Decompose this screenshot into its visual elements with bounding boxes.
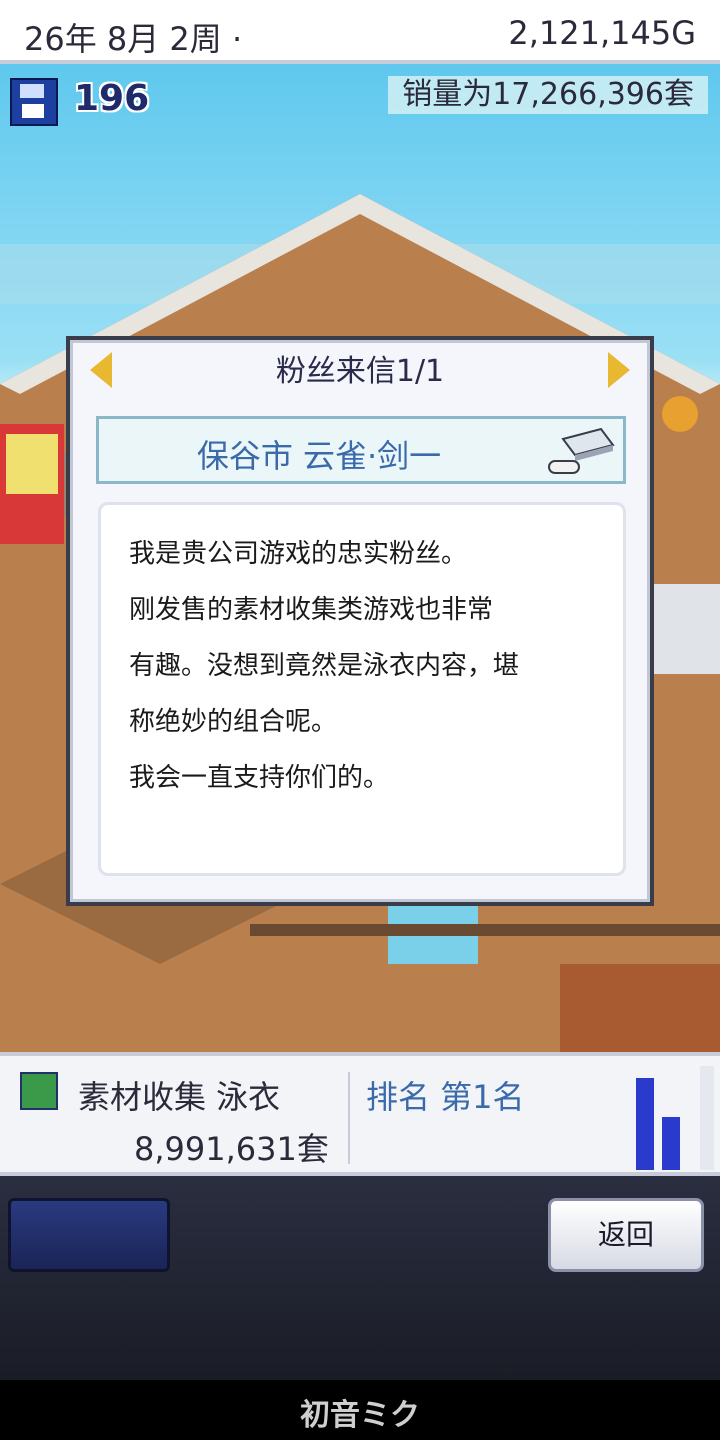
divider [348, 1072, 350, 1164]
game-name: 素材收集 泳衣 [78, 1078, 281, 1116]
money-display: 2,121,145G [508, 14, 696, 52]
next-arrow-icon[interactable] [608, 352, 630, 388]
game-console-icon [548, 427, 615, 474]
total-sales: 销量为17,266,396套 [388, 76, 708, 114]
bottom-panel: 返回 [0, 1176, 720, 1380]
sales-bar [662, 1117, 680, 1170]
floppy-icon [10, 78, 58, 126]
game-thumbnail-icon [20, 1072, 58, 1110]
brand-logo: 初音ミク [300, 1398, 420, 1433]
back-button[interactable]: 返回 [548, 1198, 704, 1272]
date-display: 26年 8月 2周 · [24, 20, 243, 58]
letter-line: 刚发售的素材收集类游戏也非常 [129, 595, 494, 625]
letter-line: 称绝妙的组合呢。 [129, 707, 338, 737]
sender-box: 保谷市 云雀·剑一 [96, 416, 626, 484]
sales-bar [636, 1078, 654, 1170]
sales-bars [632, 1070, 696, 1170]
game-rank: 排名 第1名 [366, 1078, 525, 1116]
letter-line: 有趣。没想到竟然是泳衣内容，堪 [129, 651, 520, 681]
top-status-bar: 26年 8月 2周 · 2,121,145G [0, 0, 720, 64]
fan-letter-title: 粉丝来信1/1 [275, 354, 445, 389]
scrollbar[interactable] [700, 1066, 714, 1170]
game-sales: 8,991,631套 [134, 1130, 329, 1168]
blank-slot [8, 1198, 170, 1272]
letter-line: 我是贵公司游戏的忠实粉丝。 [129, 539, 468, 569]
game-info-bar: 素材收集 泳衣 8,991,631套 排名 第1名 [0, 1052, 720, 1176]
letter-line: 我会一直支持你们的。 [129, 763, 390, 793]
fan-letter-panel: 粉丝来信1/1 保谷市 云雀·剑一 我是贵公司游戏的忠实粉丝。 刚发售的素材收集… [66, 336, 654, 906]
floppy-count: 196 [74, 78, 150, 119]
sender-name: 保谷市 云雀·剑一 [196, 437, 442, 475]
footer-bar: 初音ミク [0, 1380, 720, 1440]
letter-body: 我是贵公司游戏的忠实粉丝。 刚发售的素材收集类游戏也非常 有趣。没想到竟然是泳衣… [98, 502, 626, 876]
